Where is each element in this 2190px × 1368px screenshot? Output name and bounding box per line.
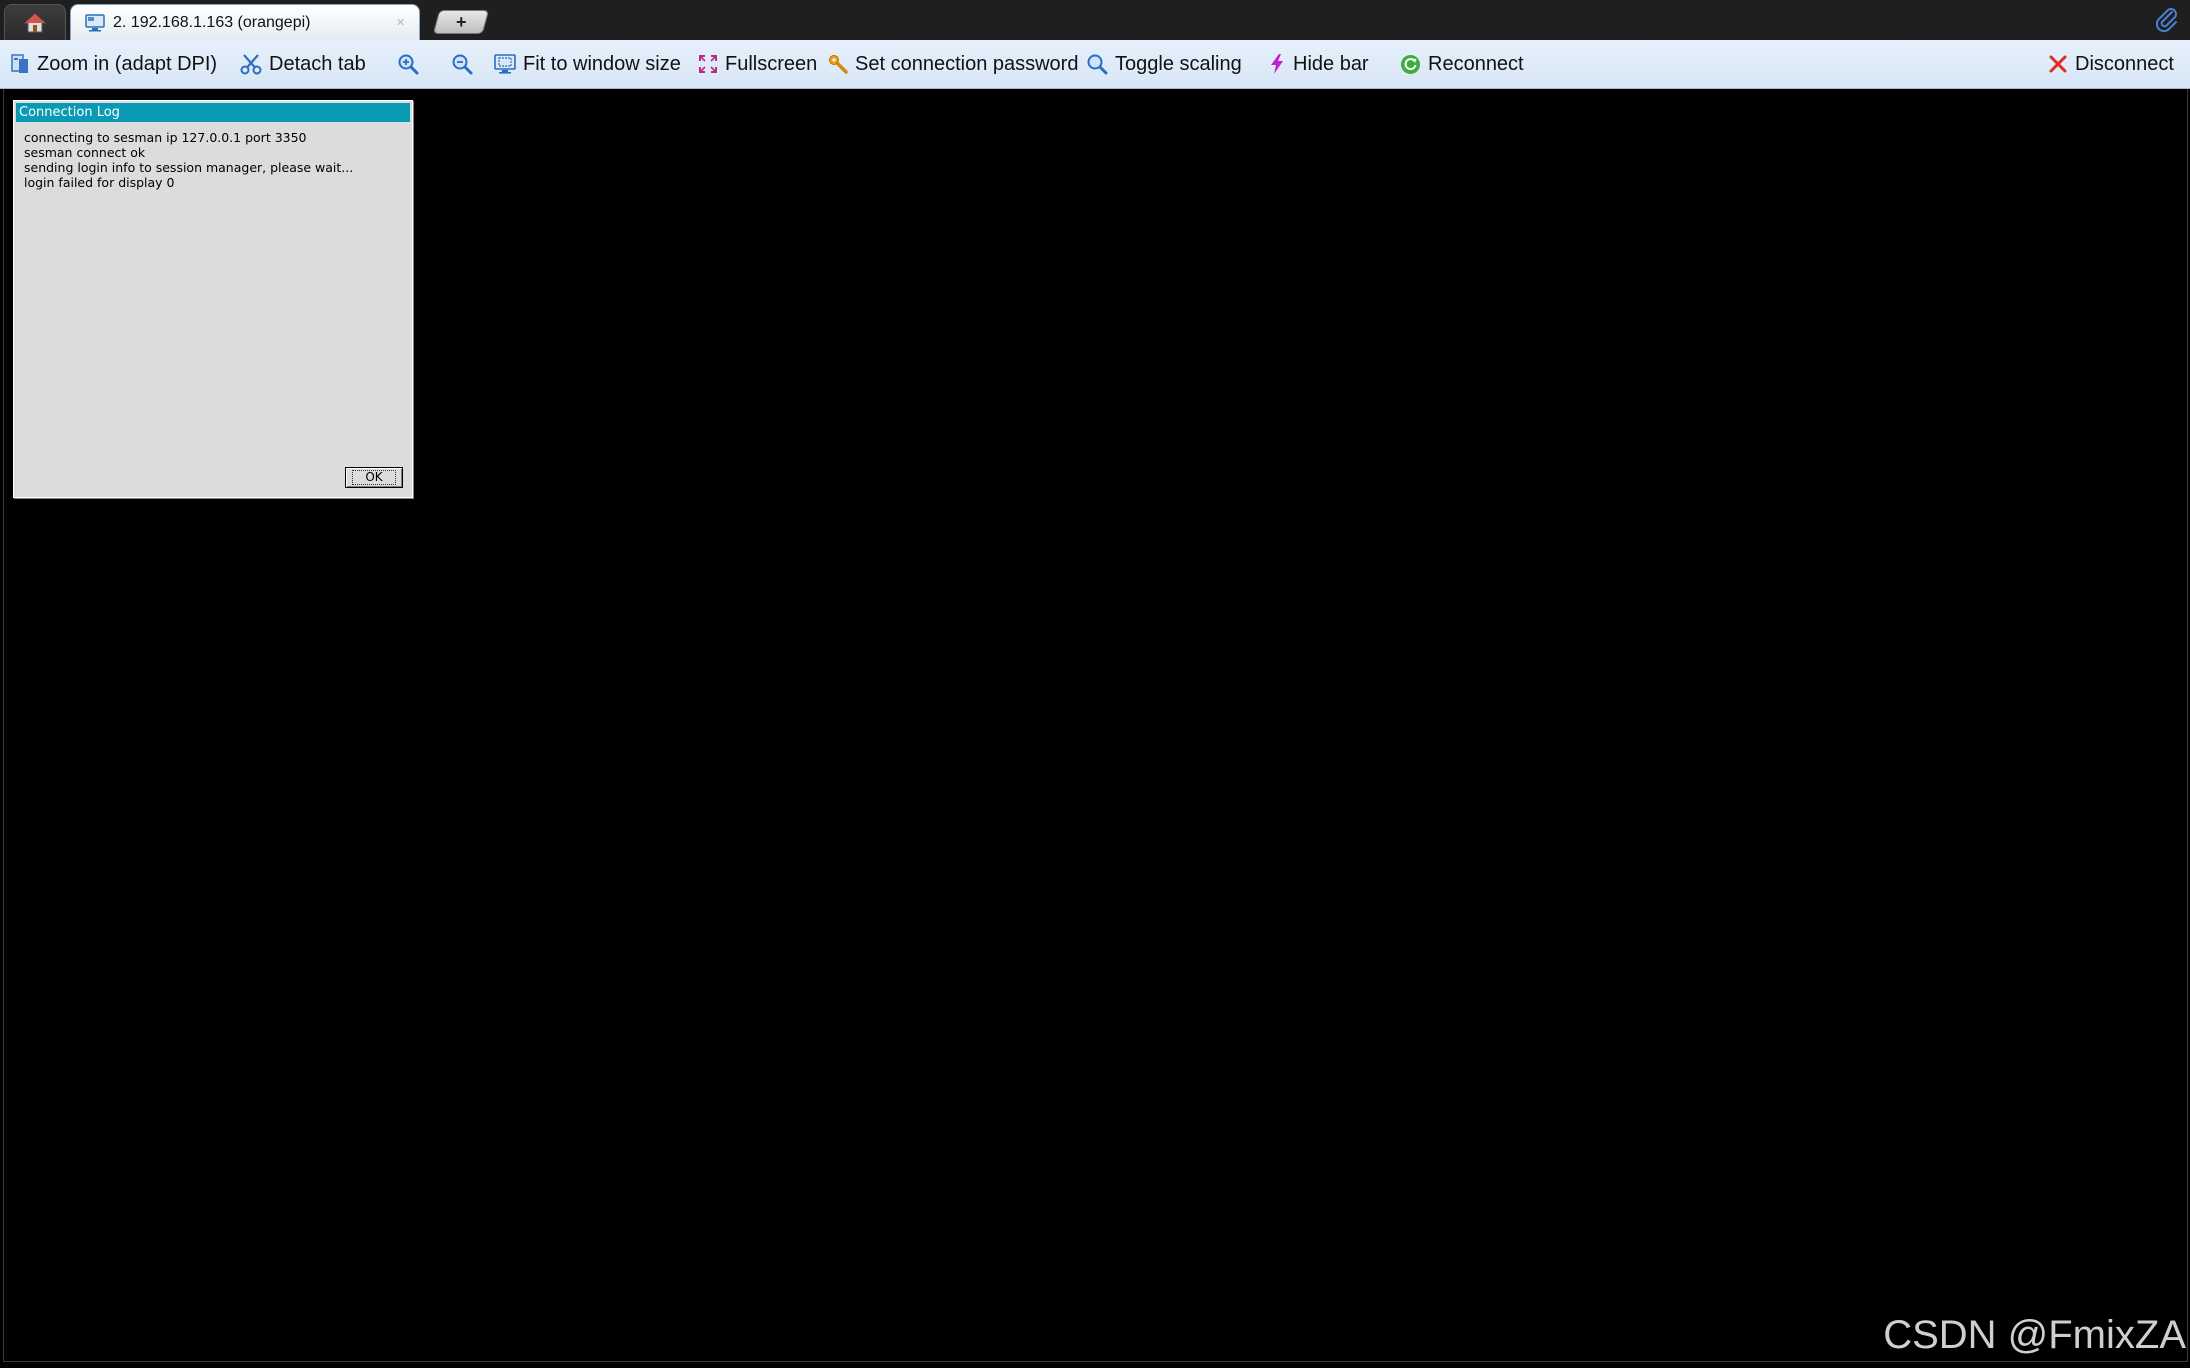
fullscreen-label: Fullscreen (725, 52, 818, 75)
fit-to-window-size-label: Fit to window size (523, 52, 681, 75)
zoom-out-icon (452, 54, 473, 75)
zoom-in-adapt-dpi-button[interactable]: Zoom in (adapt DPI) (10, 40, 217, 88)
home-tab[interactable] (4, 4, 66, 41)
log-line: login failed for display 0 (24, 175, 175, 190)
zoom-in-button[interactable] (397, 40, 419, 88)
reconnect-label: Reconnect (1428, 52, 1524, 75)
magnifier-icon (1087, 54, 1108, 75)
plus-icon: + (455, 12, 467, 32)
fullscreen-icon (699, 55, 717, 73)
toggle-scaling-button[interactable]: Toggle scaling (1086, 40, 1242, 88)
set-connection-password-label: Set connection password (855, 52, 1079, 75)
zoom-in-icon (398, 54, 419, 75)
disconnect-label: Disconnect (2075, 52, 2174, 75)
wrench-icon (829, 55, 848, 74)
remote-desktop-app: 2. 192.168.1.163 (orangepi) × + Zoom in … (0, 0, 2190, 1368)
zoom-out-button[interactable] (451, 40, 473, 88)
ok-button[interactable]: OK (345, 467, 403, 488)
tab-remote-session[interactable]: 2. 192.168.1.163 (orangepi) × (70, 4, 420, 40)
hide-bar-label: Hide bar (1293, 52, 1369, 75)
reconnect-icon (1401, 54, 1420, 74)
monitor-fit-icon (494, 54, 516, 74)
lightning-icon (1271, 54, 1283, 74)
dialog-title: Connection Log (16, 103, 410, 122)
set-connection-password-button[interactable]: Set connection password (828, 40, 1078, 88)
tab-close-button[interactable]: × (396, 14, 405, 31)
home-icon (24, 13, 46, 33)
disconnect-button[interactable]: Disconnect (2048, 40, 2174, 88)
tab-bar: 2. 192.168.1.163 (orangepi) × + (0, 0, 2190, 41)
zoom-in-adapt-dpi-label: Zoom in (adapt DPI) (37, 52, 218, 75)
tab-title: 2. 192.168.1.163 (orangepi) (113, 13, 311, 31)
connection-log-lines: connecting to sesman ip 127.0.0.1 port 3… (24, 130, 353, 190)
fit-to-window-size-button[interactable]: Fit to window size (494, 40, 681, 88)
zoom-dpi-icon (11, 54, 28, 73)
log-line: connecting to sesman ip 127.0.0.1 port 3… (24, 130, 307, 145)
watermark: CSDN @FmixZA (1883, 1313, 2186, 1357)
ok-button-label: OK (352, 470, 396, 485)
detach-tab-button[interactable]: Detach tab (240, 40, 366, 88)
log-line: sending login info to session manager, p… (24, 160, 354, 175)
log-line: sesman connect ok (24, 145, 146, 160)
remote-desktop-icon (85, 13, 105, 31)
reconnect-button[interactable]: Reconnect (1400, 40, 1524, 88)
new-tab-button[interactable]: + (432, 10, 490, 34)
hide-bar-button[interactable]: Hide bar (1268, 40, 1369, 88)
session-toolbar: Zoom in (adapt DPI) Detach tab Fit to wi… (0, 40, 2190, 89)
scissors-icon (240, 54, 262, 75)
paperclip-icon[interactable] (2154, 7, 2180, 33)
fullscreen-button[interactable]: Fullscreen (698, 40, 817, 88)
close-icon (2049, 55, 2067, 73)
detach-tab-label: Detach tab (269, 52, 366, 75)
toggle-scaling-label: Toggle scaling (1115, 52, 1242, 75)
connection-log-dialog: Connection Log connecting to sesman ip 1… (13, 100, 413, 498)
